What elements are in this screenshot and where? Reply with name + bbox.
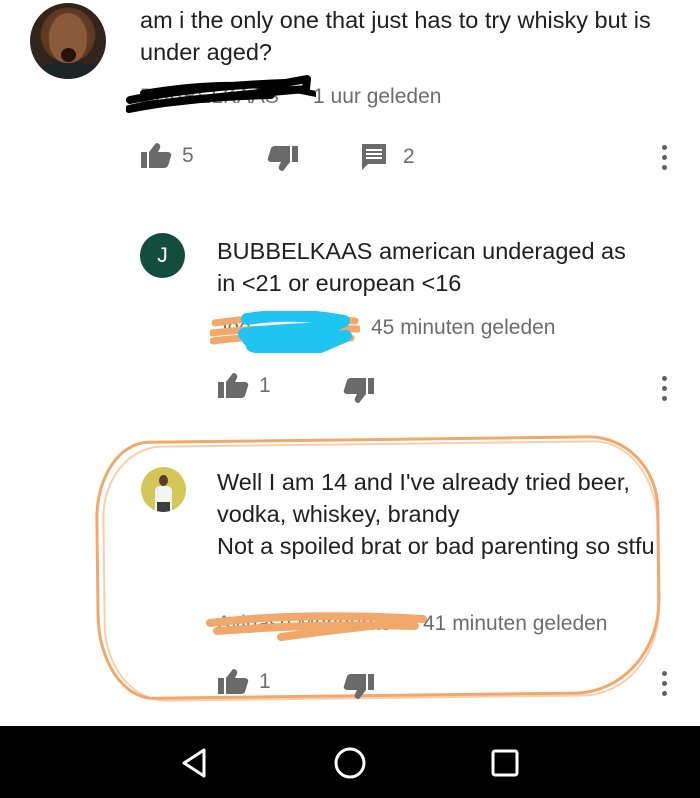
- like-count: 1: [259, 669, 271, 693]
- thumb-up-icon: [218, 669, 249, 694]
- recents-button[interactable]: [485, 743, 525, 783]
- comment-text: Well I am 14 and I've already tried beer…: [217, 469, 655, 559]
- android-navigation-bar: [0, 726, 700, 798]
- like-button[interactable]: 1: [218, 669, 271, 694]
- comment-reply-2: Well I am 14 and I've already tried beer…: [0, 0, 700, 725]
- dislike-button[interactable]: [343, 674, 374, 699]
- author-redaction-scribble: [206, 612, 427, 641]
- home-button[interactable]: [330, 743, 370, 783]
- back-button[interactable]: [175, 743, 215, 783]
- recents-square-icon: [491, 749, 519, 777]
- more-vert-icon: [661, 671, 667, 676]
- avatar-photo[interactable]: [141, 467, 186, 512]
- home-circle-icon: [334, 747, 366, 779]
- back-triangle-icon: [182, 748, 206, 778]
- comment-time: 41 minuten geleden: [423, 612, 608, 635]
- thumb-down-icon: [343, 674, 374, 699]
- avatar-legs: [157, 502, 170, 512]
- more-options-button[interactable]: [660, 671, 668, 697]
- avatar-head: [159, 475, 168, 486]
